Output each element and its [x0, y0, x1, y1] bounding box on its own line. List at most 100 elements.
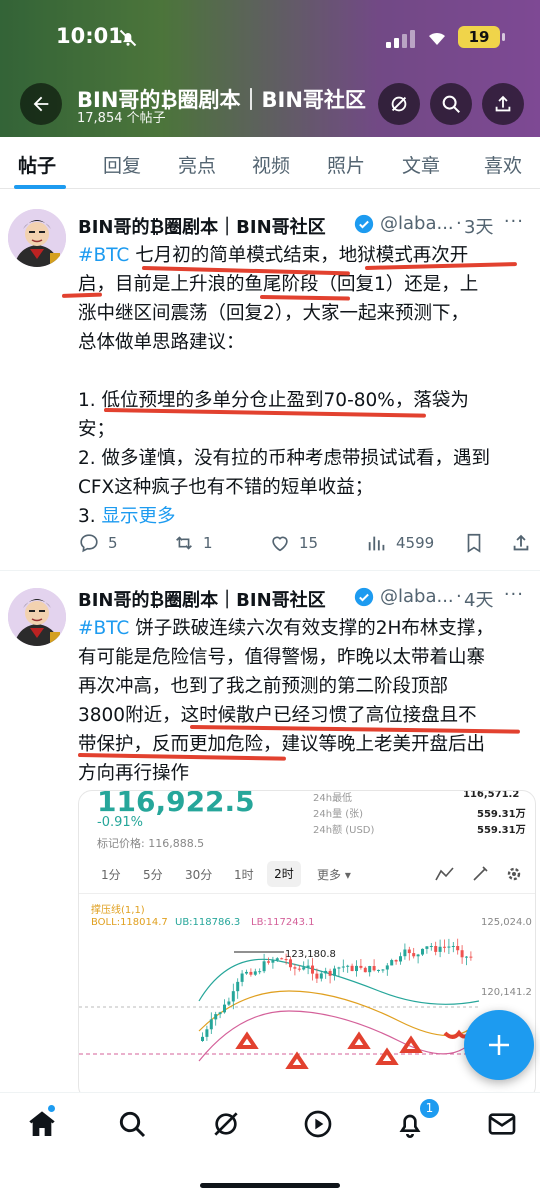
- tab-likes[interactable]: 喜欢: [484, 151, 522, 178]
- post-line: 有可能是危险信号，值得警惕，昨晚以太带着山寨: [78, 647, 486, 668]
- candle-body: [337, 967, 341, 969]
- candle-body: [293, 967, 297, 969]
- notification-badge: 1: [418, 1097, 441, 1120]
- avatar[interactable]: [8, 588, 66, 646]
- tab-highlights[interactable]: 亮点: [178, 151, 216, 178]
- candle-body: [236, 981, 240, 992]
- author-handle: @laba...: [380, 586, 454, 607]
- repost-count: 1: [203, 534, 213, 552]
- candle-body: [240, 973, 244, 982]
- interval-more: 更多 ▾: [317, 868, 351, 882]
- bottom-navigation: 1: [0, 1092, 540, 1199]
- post-line: 涨中继区间震荡（回复2），大家一起来预测下，: [78, 303, 470, 324]
- messages-icon[interactable]: [486, 1108, 518, 1140]
- hashtag-link[interactable]: #BTC: [78, 618, 129, 639]
- candle-body: [438, 946, 442, 952]
- candle-body: [390, 960, 394, 966]
- draw-tool-icon: [473, 866, 488, 881]
- settings-icon: [507, 867, 521, 881]
- back-button[interactable]: [20, 83, 62, 125]
- candle-body: [465, 956, 468, 958]
- candle-body: [306, 965, 310, 968]
- candle-body: [425, 946, 429, 949]
- post-line: 总体做单思路建议：: [78, 332, 245, 353]
- bookmark-icon[interactable]: [463, 532, 485, 554]
- search-button[interactable]: [430, 83, 472, 125]
- repost-button[interactable]: 1: [173, 532, 213, 554]
- post-line: 启，目前是上升浪的鱼尾阶段（回复1）还是，上: [78, 274, 479, 295]
- interval-30m: 30分: [185, 868, 213, 882]
- views-button[interactable]: 4599: [366, 532, 434, 554]
- candle-body: [469, 956, 473, 958]
- interval-1h: 1时: [234, 868, 254, 882]
- candle-body: [319, 973, 323, 979]
- tab-articles[interactable]: 文章: [402, 151, 440, 178]
- share-icon[interactable]: [510, 532, 532, 554]
- video-play-icon[interactable]: [302, 1108, 334, 1140]
- candle-body: [227, 1001, 231, 1005]
- more-options-icon[interactable]: ···: [504, 584, 524, 605]
- candle-body: [218, 1012, 222, 1015]
- verified-badge-icon: [354, 214, 374, 234]
- post-time: 4天: [464, 590, 494, 611]
- candle-body: [460, 950, 464, 958]
- post-line: 3. 显示更多: [78, 506, 176, 527]
- arrow-left-icon: [33, 96, 49, 112]
- interval-1m: 1分: [101, 868, 121, 882]
- show-more-link[interactable]: 显示更多: [102, 506, 176, 527]
- tab-photos[interactable]: 照片: [327, 151, 365, 178]
- post-line: 2. 做多谨慎，没有拉的币种考虑带损试试看，遇到: [78, 448, 491, 469]
- new-content-dot: [48, 1105, 55, 1112]
- indicator-icon: [435, 867, 454, 881]
- home-icon[interactable]: [26, 1108, 58, 1140]
- candle-body: [359, 965, 363, 968]
- grok-icon[interactable]: [210, 1108, 242, 1140]
- view-count: 4599: [396, 534, 435, 552]
- grok-button[interactable]: [378, 83, 420, 125]
- post[interactable]: BIN哥的₿圈剧本｜BIN哥社区 @laba... · 3天 ··· #BTC …: [0, 189, 540, 571]
- more-options-icon[interactable]: ···: [504, 211, 524, 232]
- author-name[interactable]: BIN哥的₿圈剧本｜BIN哥社区: [78, 213, 326, 239]
- post-line: 再次冲高，也到了我之前预测的第二阶段顶部: [78, 676, 449, 697]
- tab-videos[interactable]: 视频: [252, 151, 290, 178]
- candle-body: [258, 971, 262, 973]
- post-line: 方向再行操作: [78, 763, 190, 784]
- search-icon: [442, 95, 460, 113]
- post-time-sep: ·: [456, 213, 462, 234]
- compose-post-button[interactable]: [464, 1010, 534, 1080]
- candle-body: [201, 1036, 204, 1041]
- repost-icon: [176, 536, 192, 550]
- candle-body: [249, 971, 253, 975]
- heart-icon: [272, 536, 288, 552]
- post-line: #BTC 饼子跌破连续六次有效支撑的2H布林支撑，: [78, 618, 494, 639]
- battery-icon: 19: [458, 26, 505, 48]
- candle-body: [262, 961, 266, 972]
- tab-posts[interactable]: 帖子: [18, 151, 56, 178]
- tab-replies[interactable]: 回复: [103, 151, 141, 178]
- post-count: 17,854 个帖子: [77, 111, 166, 126]
- candle-body: [289, 959, 292, 968]
- candle-body: [333, 968, 336, 976]
- reply-button[interactable]: 5: [78, 532, 118, 554]
- candle-body: [399, 956, 402, 962]
- post[interactable]: BIN哥的₿圈剧本｜BIN哥社区 @laba... · 4天 ··· #BTC …: [0, 572, 540, 1100]
- candle-body: [443, 946, 446, 948]
- author-handle: @laba...: [380, 213, 454, 234]
- avatar[interactable]: [8, 209, 66, 267]
- share-button[interactable]: [482, 83, 524, 125]
- verified-badge-icon: [354, 587, 374, 607]
- analytics-icon: [368, 536, 385, 551]
- post-time-sep: ·: [456, 586, 462, 607]
- candle-body: [416, 954, 420, 957]
- avatar-illustration: [8, 209, 66, 267]
- bell-off-icon: [119, 29, 137, 47]
- candle-body: [447, 946, 451, 948]
- hashtag-link[interactable]: #BTC: [78, 245, 129, 266]
- candle-body: [451, 946, 455, 947]
- post-line: [78, 357, 530, 386]
- author-name[interactable]: BIN哥的₿圈剧本｜BIN哥社区: [78, 586, 326, 612]
- stat-value: 116,571.2: [463, 790, 520, 800]
- like-button[interactable]: 15: [269, 532, 318, 554]
- search-icon[interactable]: [116, 1108, 148, 1140]
- candle-body: [245, 971, 248, 974]
